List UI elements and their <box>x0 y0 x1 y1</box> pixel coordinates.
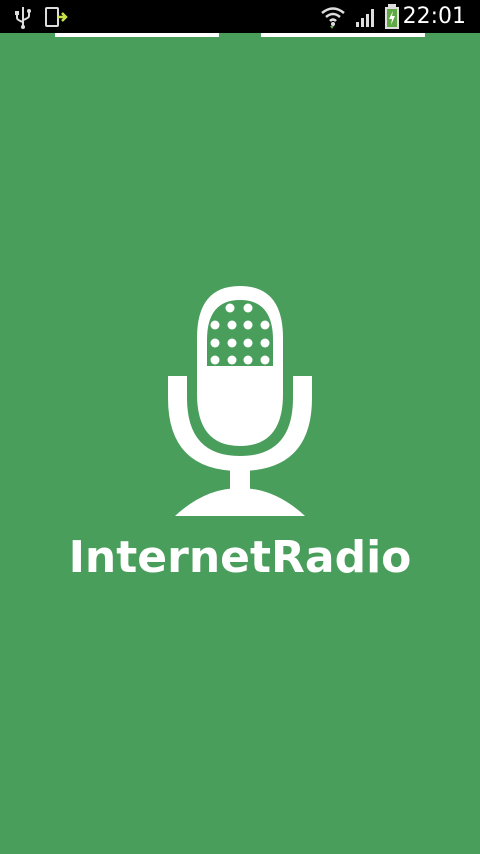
progress-line-right <box>261 33 425 37</box>
microphone-icon <box>165 286 315 521</box>
usb-icon <box>14 0 32 33</box>
signal-icon <box>354 0 378 33</box>
wifi-icon <box>320 0 346 33</box>
status-bar: 22:01 <box>0 0 480 33</box>
progress-line-left <box>55 33 219 37</box>
download-icon <box>44 0 68 33</box>
status-bar-time: 22:01 <box>402 4 466 29</box>
battery-charging-icon <box>383 0 401 33</box>
app-name: InternetRadio <box>68 532 412 583</box>
